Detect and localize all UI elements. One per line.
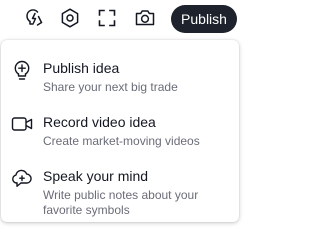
menu-item-speak-your-mind[interactable]: Speak your mind Write public notes about…	[1, 150, 239, 217]
ideas-bulb-icon[interactable]	[21, 6, 45, 30]
settings-hexagon-icon[interactable]	[58, 6, 82, 30]
menu-item-record-video-idea[interactable]: Record video idea Create market-moving v…	[1, 96, 239, 148]
cloud-speech-icon	[11, 167, 33, 189]
menu-item-title: Speak your mind	[43, 168, 149, 184]
publish-dropdown-menu: Publish idea Share your next big trade R…	[1, 40, 239, 222]
fullscreen-icon[interactable]	[95, 6, 119, 30]
menu-item-title: Record video idea	[43, 114, 156, 130]
menu-item-publish-idea[interactable]: Publish idea Share your next big trade	[1, 42, 239, 94]
bulb-plus-icon	[11, 59, 33, 81]
menu-item-description: Write public notes about your favorite s…	[43, 188, 199, 217]
publish-button[interactable]: Publish	[171, 5, 237, 33]
top-toolbar: Publish	[0, 0, 241, 36]
menu-item-description: Create market-moving videos	[43, 134, 200, 148]
video-camera-icon	[11, 113, 33, 135]
camera-icon[interactable]	[133, 6, 157, 30]
menu-item-description: Share your next big trade	[43, 80, 178, 94]
menu-item-title: Publish idea	[43, 60, 120, 76]
